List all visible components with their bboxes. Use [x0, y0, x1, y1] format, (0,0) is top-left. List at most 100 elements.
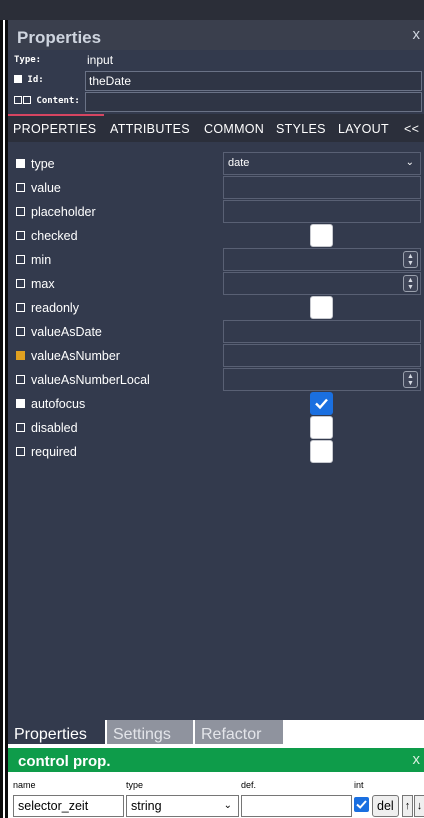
property-checkbox[interactable] [310, 224, 333, 247]
property-enable-checkbox[interactable] [16, 255, 25, 264]
property-row-disabled: disabled [8, 416, 424, 440]
tab-common[interactable]: COMMON [204, 122, 264, 136]
def-label: def. [241, 780, 257, 790]
panel-title: Properties [17, 28, 102, 47]
property-enable-checkbox[interactable] [16, 207, 25, 216]
property-row-valueasnumber: valueAsNumber [8, 344, 424, 368]
type-select-value: string [131, 799, 162, 813]
property-name: disabled [31, 421, 78, 435]
name-input[interactable] [13, 795, 124, 817]
type-label: Type: [14, 55, 42, 65]
property-row-value: value [8, 176, 424, 200]
tab-collapse[interactable]: << [404, 122, 419, 136]
type-value: input [87, 53, 114, 67]
spinner-icon[interactable]: ▲ ▼ [403, 251, 418, 268]
property-input[interactable] [223, 200, 421, 223]
property-select[interactable]: date ⌄ [223, 152, 421, 175]
control-prop-body: name type def. int string ⌄ del ↑ ↓ [8, 772, 424, 818]
check-icon [356, 800, 367, 809]
type-label: type [126, 780, 144, 790]
tab-styles[interactable]: STYLES [276, 122, 326, 136]
id-label: Id: [14, 75, 44, 85]
id-row: Id: [8, 70, 424, 91]
chevron-down-icon: ⌄ [405, 157, 414, 168]
property-row-required: required [8, 440, 424, 464]
int-label: int [354, 780, 364, 790]
property-enable-checkbox[interactable] [16, 447, 25, 456]
property-name: value [31, 181, 61, 195]
chevron-down-icon: ⌄ [223, 800, 232, 811]
spinner-icon[interactable]: ▲ ▼ [403, 371, 418, 388]
property-enable-checkbox[interactable] [16, 423, 25, 432]
spinner-icon[interactable]: ▲ ▼ [403, 275, 418, 292]
control-prop-header: control prop. x [8, 748, 424, 772]
tab-bottom-properties[interactable]: Properties [8, 720, 105, 744]
tab-bottom-refactor[interactable]: Refactor [195, 720, 283, 744]
int-checkbox[interactable] [354, 797, 369, 812]
property-input[interactable]: ▲ ▼ [223, 248, 421, 271]
property-enable-checkbox[interactable] [16, 183, 25, 192]
id-input[interactable] [85, 71, 422, 91]
property-name: type [31, 157, 55, 171]
property-checkbox[interactable] [310, 416, 333, 439]
property-enable-checkbox[interactable] [16, 279, 25, 288]
property-name: min [31, 253, 52, 267]
property-tabs: PROPERTIES ATTRIBUTES COMMON STYLES LAYO… [8, 114, 424, 142]
property-input[interactable] [223, 344, 421, 367]
property-name: autofocus [31, 397, 86, 411]
property-row-autofocus: autofocus [8, 392, 424, 416]
property-row-valueasdate: valueAsDate [8, 320, 424, 344]
property-enable-checkbox[interactable] [16, 351, 25, 360]
property-row-type: type date ⌄ [8, 152, 424, 176]
panel-header: Properties x [8, 20, 424, 50]
id-checkbox-icon[interactable] [14, 75, 22, 83]
property-row-readonly: readonly [8, 296, 424, 320]
close-icon[interactable]: x [413, 26, 421, 43]
content-checkbox-icon-2[interactable] [23, 96, 31, 104]
tab-attributes[interactable]: ATTRIBUTES [110, 122, 190, 136]
content-input[interactable] [85, 92, 422, 112]
name-label: name [13, 780, 36, 790]
property-row-min: min ▲ ▼ [8, 248, 424, 272]
content-checkbox-icon[interactable] [14, 96, 22, 104]
top-bar [0, 0, 424, 20]
check-icon [315, 398, 328, 410]
property-name: valueAsNumber [31, 349, 120, 363]
left-divider [0, 20, 8, 818]
close-icon[interactable]: x [413, 751, 421, 768]
content-row: Content: [8, 91, 424, 112]
property-input[interactable]: ▲ ▼ [223, 368, 421, 391]
property-enable-checkbox[interactable] [16, 303, 25, 312]
property-input[interactable] [223, 176, 421, 199]
move-down-button[interactable]: ↓ [414, 795, 424, 817]
property-enable-checkbox[interactable] [16, 159, 25, 168]
property-row-checked: checked [8, 224, 424, 248]
property-checkbox[interactable] [310, 296, 333, 319]
property-row-max: max ▲ ▼ [8, 272, 424, 296]
default-input[interactable] [241, 795, 352, 817]
property-name: max [31, 277, 55, 291]
property-input[interactable]: ▲ ▼ [223, 272, 421, 295]
property-enable-checkbox[interactable] [16, 231, 25, 240]
type-select[interactable]: string ⌄ [126, 795, 239, 817]
element-meta: Type: input Id: Content: [8, 50, 424, 114]
property-name: checked [31, 229, 78, 243]
property-checkbox[interactable] [310, 440, 333, 463]
del-button[interactable]: del [372, 795, 399, 817]
control-prop-title: control prop. [18, 753, 111, 770]
property-name: valueAsNumberLocal [31, 373, 150, 387]
tab-layout[interactable]: LAYOUT [338, 122, 389, 136]
property-name: placeholder [31, 205, 96, 219]
property-enable-checkbox[interactable] [16, 375, 25, 384]
property-enable-checkbox[interactable] [16, 399, 25, 408]
property-name: valueAsDate [31, 325, 102, 339]
move-up-button[interactable]: ↑ [402, 795, 413, 817]
property-enable-checkbox[interactable] [16, 327, 25, 336]
property-row-valueasnumberlocal: valueAsNumberLocal ▲ ▼ [8, 368, 424, 392]
property-name: required [31, 445, 77, 459]
property-input[interactable] [223, 320, 421, 343]
property-name: readonly [31, 301, 79, 315]
tab-properties[interactable]: PROPERTIES [13, 122, 96, 136]
property-checkbox[interactable] [310, 392, 333, 415]
tab-bottom-settings[interactable]: Settings [107, 720, 193, 744]
